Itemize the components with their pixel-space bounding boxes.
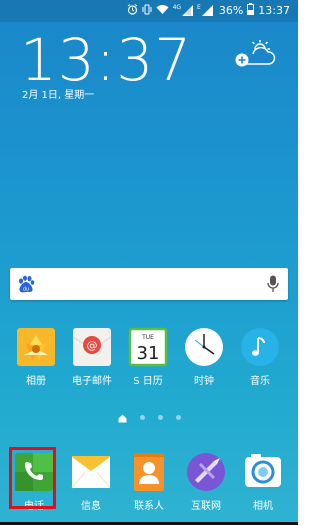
- phone-highlight-box: [9, 447, 56, 509]
- dock-app-internet[interactable]: 互联网: [176, 452, 236, 512]
- app-label: 信息: [81, 501, 101, 512]
- signal-4g-icon: 4G: [172, 4, 194, 16]
- baidu-paw-icon: du: [16, 275, 36, 297]
- message-icon: [71, 452, 111, 492]
- page-dot[interactable]: [175, 415, 181, 420]
- camera-icon: [243, 452, 283, 492]
- svg-text:du: du: [23, 287, 29, 293]
- app-label: 相机: [253, 501, 273, 512]
- page-indicator: [0, 408, 298, 427]
- email-icon: @: [72, 327, 112, 367]
- app-label: 相册: [26, 376, 46, 387]
- contacts-icon: [129, 452, 169, 492]
- page-dot[interactable]: [139, 415, 145, 420]
- signal-e-icon: E: [197, 5, 213, 16]
- network-type-label-2: E: [197, 4, 201, 11]
- app-music[interactable]: 音乐: [230, 327, 290, 387]
- app-label: 电子邮件: [72, 376, 112, 387]
- status-time: 13:37: [258, 4, 290, 17]
- home-page-icon: [118, 408, 127, 427]
- app-label: 互联网: [191, 501, 221, 512]
- alarm-icon: [127, 3, 138, 18]
- page-dot[interactable]: [157, 415, 163, 420]
- app-clock[interactable]: 时钟: [174, 327, 234, 387]
- calendar-weekday: TUE: [141, 334, 154, 341]
- home-screen: 4G E 36% 13:37 13:37 2月 1日, 星期一 du 相册 @ …: [0, 0, 298, 525]
- music-icon: [240, 327, 280, 367]
- dock-app-messages[interactable]: 信息: [61, 452, 121, 512]
- vibrate-icon: [142, 4, 152, 18]
- app-calendar[interactable]: TUE 31 S 日历: [118, 327, 178, 387]
- app-label: 联系人: [134, 501, 164, 512]
- add-weather-icon: [232, 40, 276, 76]
- app-gallery[interactable]: 相册: [6, 327, 66, 387]
- svg-text:@: @: [87, 339, 98, 352]
- dock-app-camera[interactable]: 相机: [233, 452, 293, 512]
- app-label: 时钟: [194, 376, 214, 387]
- app-label: 音乐: [250, 376, 270, 387]
- battery-percent: 36%: [218, 4, 244, 17]
- battery-icon: [247, 3, 255, 18]
- gallery-icon: [16, 327, 56, 367]
- clock-icon: [184, 327, 224, 367]
- clock-widget-time[interactable]: 13:37: [20, 28, 192, 92]
- app-email[interactable]: @ 电子邮件: [62, 327, 122, 387]
- wifi-icon: [156, 4, 169, 18]
- calendar-icon: TUE 31: [128, 327, 168, 367]
- calendar-day: 31: [137, 343, 160, 364]
- network-type-label: 4G: [172, 4, 182, 11]
- app-label: S 日历: [133, 376, 163, 387]
- internet-icon: [186, 452, 226, 492]
- weather-widget[interactable]: [232, 38, 276, 76]
- clock-widget-date[interactable]: 2月 1日, 星期一: [22, 86, 94, 101]
- mic-icon[interactable]: [267, 275, 279, 297]
- search-bar[interactable]: du: [10, 268, 288, 300]
- status-bar: 4G E 36% 13:37: [0, 0, 298, 22]
- dock-app-contacts[interactable]: 联系人: [119, 452, 179, 512]
